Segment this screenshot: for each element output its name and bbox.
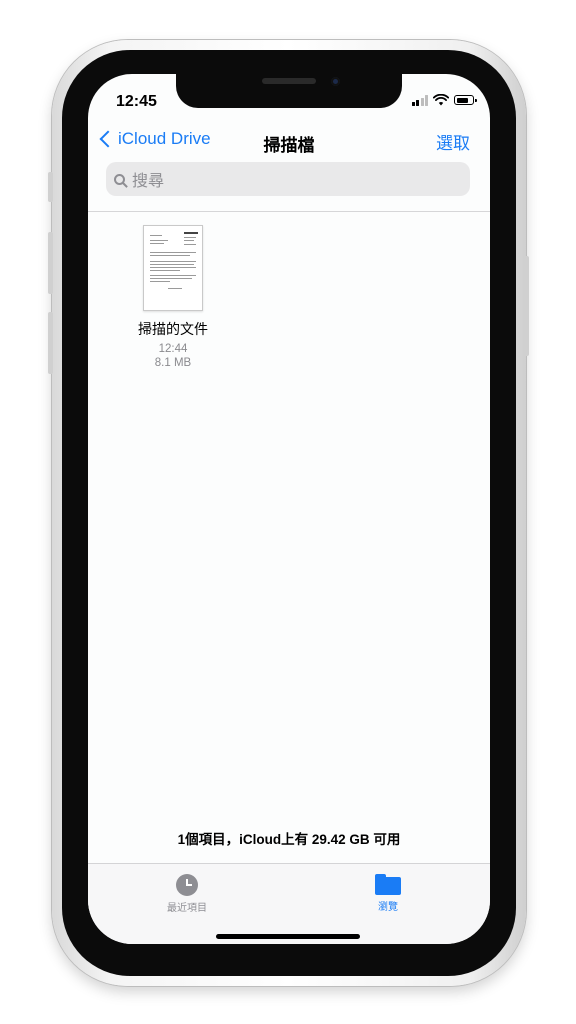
storage-summary: 1個項目，iCloud上有 29.42 GB 可用 <box>177 832 401 847</box>
tab-browse[interactable]: 瀏覽 <box>338 874 438 913</box>
clock-icon <box>176 874 198 896</box>
volume-down-button <box>48 312 53 374</box>
home-indicator[interactable] <box>216 934 360 939</box>
file-name: 掃描的文件 <box>138 321 208 337</box>
search-placeholder: 搜尋 <box>132 173 165 190</box>
tab-bar: 最近項目 瀏覽 <box>88 863 490 944</box>
tab-recent[interactable]: 最近項目 <box>137 874 237 914</box>
file-size: 8.1 MB <box>154 357 192 369</box>
wifi-icon <box>433 94 449 106</box>
status-time: 12:45 <box>116 93 157 110</box>
volume-up-button <box>48 232 53 294</box>
file-item[interactable]: 掃描的文件 12:44 8.1 MB <box>118 225 228 370</box>
search-input[interactable]: 搜尋 <box>106 162 470 196</box>
status-icons <box>411 94 477 106</box>
page-title: 掃描檔 <box>263 136 315 155</box>
folder-icon <box>375 874 401 895</box>
signal-icon <box>411 94 428 106</box>
battery-icon <box>454 95 477 105</box>
speaker-grille <box>262 78 316 84</box>
power-button <box>524 256 529 356</box>
document-thumbnail <box>143 225 203 311</box>
divider <box>88 211 490 212</box>
front-camera <box>331 77 340 86</box>
tab-browse-label: 瀏覽 <box>378 902 398 913</box>
screen: 12:45 iCloud Drive 掃描檔 選取 搜尋 掃描的文件 12:44… <box>88 74 490 944</box>
tab-recent-label: 最近項目 <box>167 903 207 914</box>
file-time: 12:44 <box>158 343 188 355</box>
search-icon <box>114 173 125 185</box>
select-button[interactable]: 選取 <box>436 129 470 154</box>
silent-switch <box>48 172 53 202</box>
